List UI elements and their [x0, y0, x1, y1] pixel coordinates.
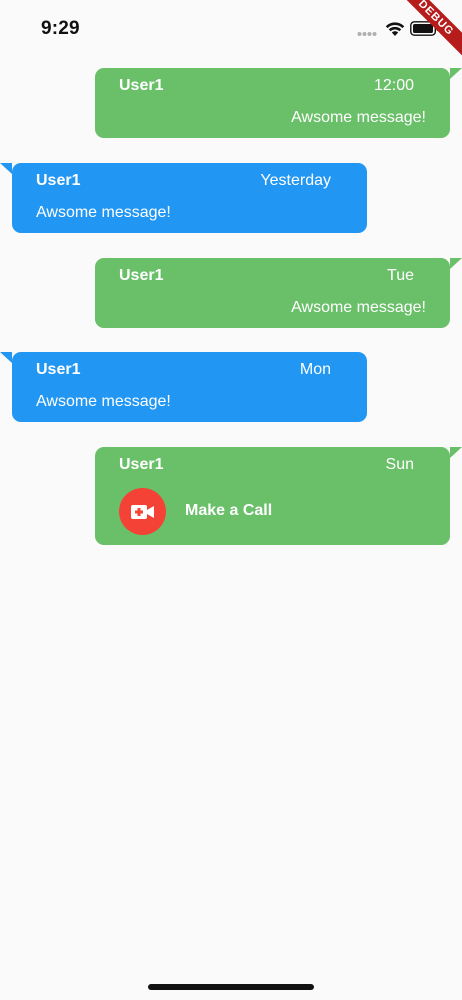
- sender-name: User1: [36, 172, 81, 189]
- video-call-icon: [130, 504, 154, 519]
- message-text: Awsome message!: [36, 393, 171, 410]
- message-text: Awsome message!: [291, 109, 426, 126]
- sender-name: User1: [119, 456, 164, 473]
- sender-name: User1: [119, 77, 164, 94]
- video-call-button[interactable]: [119, 488, 166, 535]
- home-indicator[interactable]: [148, 984, 314, 990]
- message-time: Sun: [385, 456, 414, 473]
- bubble-tail: [450, 447, 462, 458]
- bubble-tail: [450, 68, 462, 79]
- sender-name: User1: [119, 267, 164, 284]
- call-bubble: User1 Sun Make a Call: [95, 447, 462, 545]
- debug-label: DEBUG: [392, 0, 462, 67]
- chat-bubble-sent[interactable]: User1 12:00 Awsome message!: [95, 68, 462, 138]
- message-time: Mon: [299, 361, 331, 378]
- bubble-tail: [450, 258, 462, 269]
- make-call-label[interactable]: Make a Call: [185, 502, 272, 520]
- chat-bubble-received[interactable]: User1 Mon Awsome message!: [0, 352, 367, 422]
- message-time: Tue: [387, 267, 414, 284]
- sender-name: User1: [36, 361, 81, 378]
- signal-icon: [357, 32, 377, 36]
- status-time: 9:29: [41, 18, 80, 39]
- message-time: 12:00: [373, 77, 414, 94]
- chat-bubble-sent[interactable]: User1 Tue Awsome message!: [95, 258, 462, 328]
- bubble-tail: [0, 352, 12, 363]
- message-time: Yesterday: [260, 172, 331, 189]
- debug-banner: DEBUG: [392, 0, 462, 70]
- chat-bubble-received[interactable]: User1 Yesterday Awsome message!: [0, 163, 367, 233]
- message-text: Awsome message!: [36, 204, 171, 221]
- bubble-tail: [0, 163, 12, 174]
- message-text: Awsome message!: [291, 299, 426, 316]
